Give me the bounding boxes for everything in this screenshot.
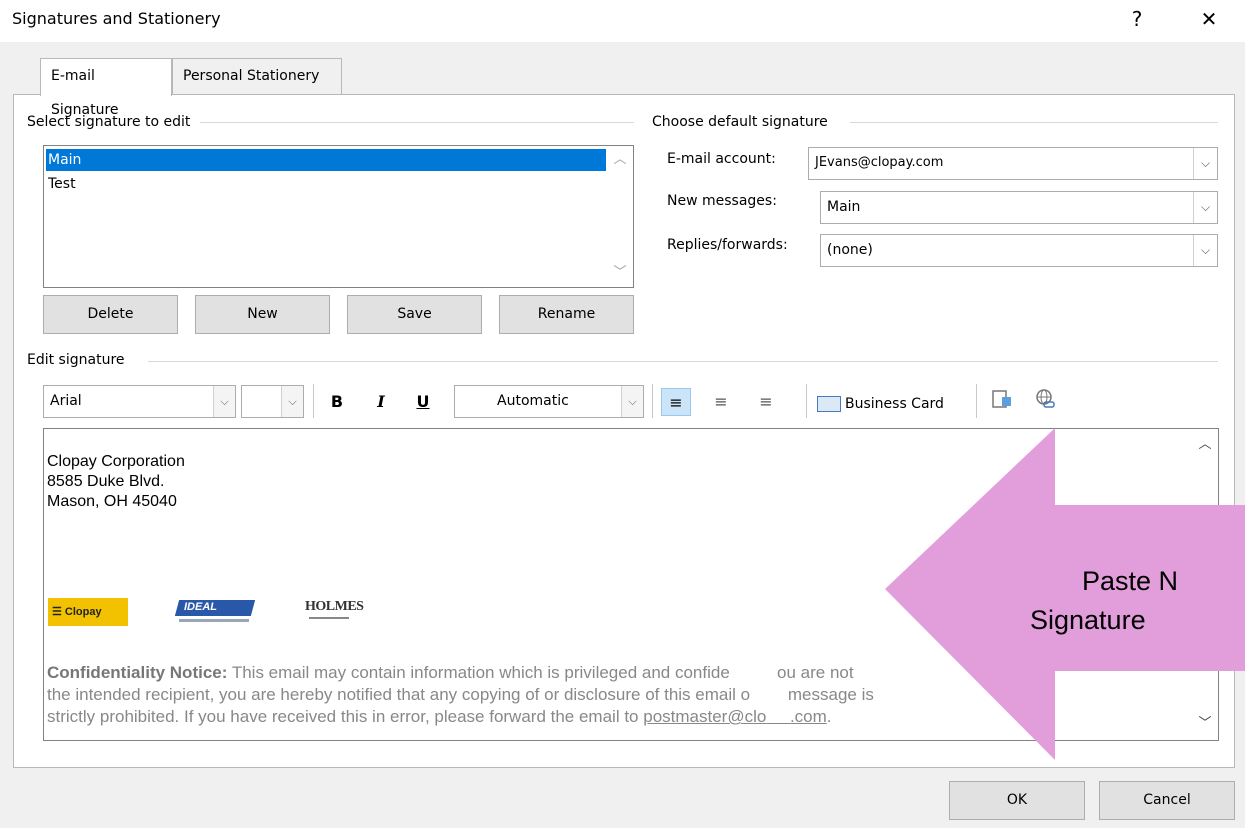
email-account-select[interactable]: JEvans@clopay.com ⌵ <box>808 147 1218 180</box>
rename-button[interactable]: Rename <box>499 295 634 334</box>
scroll-up-icon[interactable]: ︿ <box>607 150 633 170</box>
font-color-select[interactable]: Automatic ⌵ <box>454 385 644 418</box>
signature-editor[interactable]: Clopay Corporation 8585 Duke Blvd. Mason… <box>43 428 1219 741</box>
italic-button[interactable]: I <box>366 388 396 416</box>
underline-button[interactable]: U <box>408 388 438 416</box>
divider <box>200 122 634 123</box>
ideal-logo: IDEAL <box>174 598 256 628</box>
replies-forwards-select[interactable]: (none) ⌵ <box>820 234 1218 267</box>
address-line: Clopay Corporation <box>47 453 185 470</box>
align-right-icon[interactable]: ≡ <box>751 388 781 416</box>
new-button[interactable]: New <box>195 295 330 334</box>
callout-text-line2: Signature <box>1030 605 1146 635</box>
tab-email-signature[interactable]: E-mail Signature <box>40 58 172 118</box>
cancel-button[interactable]: Cancel <box>1099 781 1235 820</box>
confidentiality-notice: Confidentiality Notice: This email may c… <box>47 663 874 726</box>
align-center-icon[interactable]: ≡ <box>706 388 736 416</box>
font-size-select[interactable]: ⌵ <box>241 385 304 418</box>
scroll-down-icon[interactable]: ﹀ <box>1192 714 1218 734</box>
save-button[interactable]: Save <box>347 295 482 334</box>
edit-signature-label: Edit signature <box>27 352 131 368</box>
chevron-down-icon[interactable]: ⌵ <box>621 386 643 417</box>
signature-list[interactable]: Main Test ︿ ﹀ <box>43 145 634 288</box>
align-left-icon[interactable]: ≡ <box>661 388 691 416</box>
chevron-down-icon[interactable]: ⌵ <box>213 386 235 417</box>
toolbar-divider <box>806 384 807 418</box>
help-button[interactable]: ? <box>1120 4 1154 34</box>
email-account-label: E-mail account: <box>667 151 776 167</box>
address-line: 8585 Duke Blvd. <box>47 473 165 490</box>
delete-button[interactable]: Delete <box>43 295 178 334</box>
scroll-up-icon[interactable]: ︿ <box>1192 435 1218 455</box>
postmaster-link[interactable]: postmaster@clo .com <box>643 707 827 726</box>
holmes-logo: HOLMES <box>305 597 364 627</box>
tab-personal-stationery[interactable]: Personal Stationery <box>172 58 342 94</box>
toolbar-divider <box>313 384 314 418</box>
list-scrollbar[interactable]: ︿ ﹀ <box>607 146 633 287</box>
address-line: Mason, OH 45040 <box>47 493 177 510</box>
close-button[interactable]: ✕ <box>1192 4 1226 34</box>
insert-picture-icon[interactable] <box>987 388 1017 416</box>
hyperlink-icon[interactable] <box>1030 388 1060 416</box>
ok-button[interactable]: OK <box>949 781 1085 820</box>
callout-text-line1: Paste N <box>1082 566 1179 596</box>
chevron-down-icon[interactable]: ⌵ <box>1193 235 1217 266</box>
chevron-down-icon[interactable]: ⌵ <box>1193 148 1217 179</box>
new-messages-label: New messages: <box>667 193 777 209</box>
list-item[interactable]: Main <box>46 149 606 171</box>
new-messages-select[interactable]: Main ⌵ <box>820 191 1218 224</box>
business-card-button[interactable]: Business Card <box>817 391 944 417</box>
window-title: Signatures and Stationery <box>12 9 221 28</box>
font-select[interactable]: Arial ⌵ <box>43 385 236 418</box>
editor-scrollbar[interactable]: ︿ ﹀ <box>1192 429 1218 740</box>
replies-forwards-label: Replies/forwards: <box>667 237 788 253</box>
divider <box>850 122 1218 123</box>
toolbar-divider <box>652 384 653 418</box>
title-bar: Signatures and Stationery ? ✕ <box>0 0 1245 42</box>
divider <box>148 361 1218 362</box>
chevron-down-icon[interactable]: ⌵ <box>1193 192 1217 223</box>
clopay-logo: ☰ Clopay <box>48 598 128 626</box>
toolbar-divider <box>976 384 977 418</box>
signatures-dialog: Signatures and Stationery ? ✕ E-mail Sig… <box>0 0 1245 828</box>
chevron-down-icon[interactable]: ⌵ <box>281 386 303 417</box>
scroll-down-icon[interactable]: ﹀ <box>607 263 633 283</box>
choose-default-label: Choose default signature <box>652 114 834 130</box>
list-item[interactable]: Test <box>46 173 76 195</box>
business-card-icon <box>817 396 841 412</box>
bold-button[interactable]: B <box>322 388 352 416</box>
